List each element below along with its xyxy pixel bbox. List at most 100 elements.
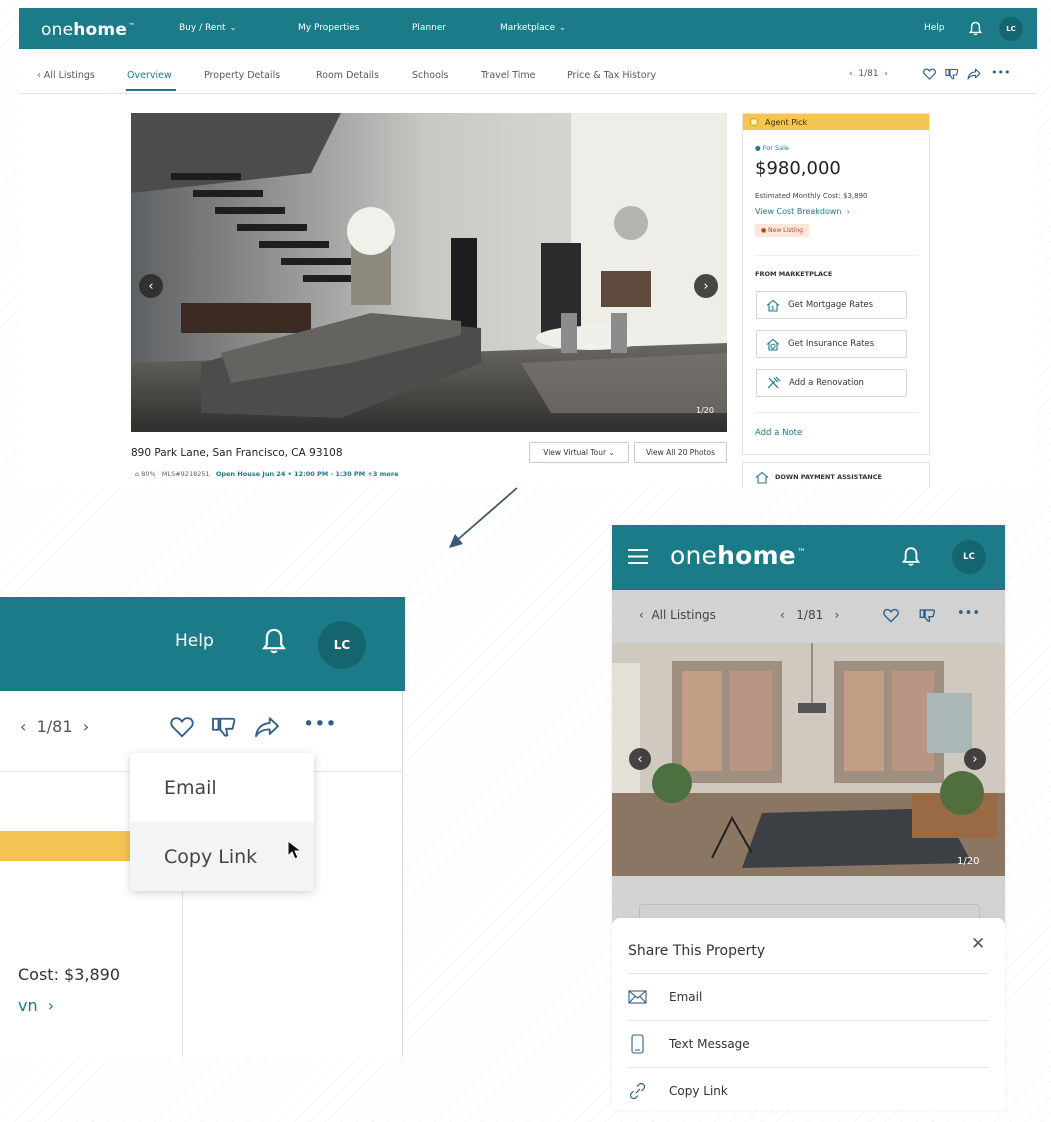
hamburger-menu-icon[interactable] [628,549,648,564]
zoom-pointer-arrow [449,487,518,548]
next-listing-button[interactable]: › [884,69,888,79]
notification-bell-icon[interactable] [902,546,920,567]
photo-prev-button[interactable]: ‹ [629,748,651,770]
share-arrow-icon[interactable] [254,716,280,738]
close-icon[interactable]: ✕ [971,934,985,954]
status-badge: ● For Sale [755,144,789,152]
house-dollar-icon [755,471,769,484]
match-score: 80% [141,470,156,478]
listing-address: 890 Park Lane, San Francisco, CA 93108 [131,447,343,459]
thumbs-down-icon[interactable] [945,68,959,80]
user-avatar[interactable]: LC [952,540,986,574]
more-options-icon[interactable]: ••• [991,66,1010,79]
share-email-option[interactable]: Email [130,753,314,822]
thumbs-down-icon[interactable] [919,608,936,623]
tab-price-tax-history[interactable]: Price & Tax History [567,70,656,81]
chevron-right-icon: › [47,996,55,1015]
view-cost-breakdown-link[interactable]: vn › [18,996,54,1015]
listing-tab-bar: ‹ All Listings Overview Property Details… [19,49,1037,94]
listing-price: $980,000 [755,158,841,179]
more-options-icon[interactable]: ••• [957,606,980,621]
share-arrow-icon[interactable] [967,68,981,80]
photo-prev-button[interactable]: ‹ [139,274,163,298]
thumbs-down-icon[interactable] [211,716,237,738]
prev-listing-button[interactable]: ‹ [780,608,785,622]
listing-meta-row: ⌂ 80% MLS#9218251 Open House Jun 24 • 12… [135,470,398,478]
mobile-top-nav: onehome™ LC [612,525,1005,590]
add-renovation-button[interactable]: Add a Renovation [756,369,907,397]
link-icon [629,1082,646,1100]
listing-photo-carousel[interactable]: ‹ › 1/20 [131,113,727,432]
nav-marketplace[interactable]: Marketplace ⌄ [500,23,566,33]
mobile-share-screen: onehome™ LC ‹ All Listings ‹ 1/81 › ••• [612,525,1005,1110]
help-link[interactable]: Help [924,23,945,33]
share-text-message-option[interactable]: Text Message [628,1020,989,1067]
prev-listing-button[interactable]: ‹ [20,717,26,736]
listing-pager: ‹ 1/81 › [849,69,888,79]
user-avatar[interactable]: LC [318,621,366,669]
favorite-heart-icon[interactable] [923,68,936,80]
get-insurance-rates-button[interactable]: Get Insurance Rates [756,330,907,358]
desktop-listing-screen: onehome™ Buy / Rent ⌄ My Properties Plann… [19,0,1037,487]
mouse-cursor-icon [287,840,303,860]
agent-pick-badge: Agent Pick [743,114,929,130]
add-note-link[interactable]: Add a Note [755,428,802,438]
phone-icon [631,1034,644,1054]
tab-overview[interactable]: Overview [127,70,172,81]
nav-my-properties[interactable]: My Properties [298,23,359,33]
apartment-photo [612,643,1005,876]
user-avatar[interactable]: LC [999,17,1023,41]
estimated-monthly-cost: Cost: $3,890 [18,965,121,984]
onehome-logo[interactable]: onehome™ [41,20,135,40]
house-dollar-icon: $ [766,299,780,312]
photo-counter: 1/20 [696,406,714,415]
photo-next-button[interactable]: › [964,748,986,770]
nav-planner[interactable]: Planner [412,23,446,33]
nav-buy-rent[interactable]: Buy / Rent ⌄ [179,23,236,33]
share-email-option[interactable]: Email [628,973,989,1020]
mobile-photo-carousel[interactable]: ‹ › 1/20 [612,643,1005,876]
chevron-right-icon: › [846,207,850,216]
listing-pager: ‹ 1/81 › [780,608,840,622]
photo-counter: 1/20 [957,856,980,867]
down-payment-assistance-card[interactable]: DOWN PAYMENT ASSISTANCE [742,462,930,487]
get-mortgage-rates-button[interactable]: $ Get Mortgage Rates [756,291,907,319]
tab-room-details[interactable]: Room Details [316,70,379,81]
price-card: Agent Pick ● For Sale $980,000 Estimated… [742,113,930,455]
prev-listing-button[interactable]: ‹ [849,69,853,79]
favorite-heart-icon[interactable] [883,608,899,623]
open-house-link[interactable]: Open House Jun 24 • 12:00 PM - 1:30 PM +… [216,470,399,478]
svg-text:$: $ [771,305,775,312]
share-bottom-sheet: Share This Property ✕ Email Text Message… [612,918,1005,1110]
chevron-left-icon: ‹ [37,70,44,81]
active-tab-indicator [126,89,176,91]
view-cost-breakdown-link[interactable]: View Cost Breakdown › [755,207,850,216]
home-icon: ⌂ [135,470,140,478]
chevron-down-icon: ⌄ [229,23,237,32]
top-nav-bar: onehome™ Buy / Rent ⌄ My Properties Plann… [19,8,1037,49]
onehome-logo[interactable]: onehome™ [670,541,806,570]
estimated-monthly-cost: Estimated Monthly Cost: $3,890 [755,192,868,200]
view-virtual-tour-button[interactable]: View Virtual Tour ⌄ [529,442,629,463]
mls-number: MLS#9218251 [161,470,210,478]
view-all-photos-button[interactable]: View All 20 Photos [634,442,727,463]
tab-schools[interactable]: Schools [412,70,449,81]
tab-travel-time[interactable]: Travel Time [481,70,536,81]
next-listing-button[interactable]: › [835,608,840,622]
help-link[interactable]: Help [175,631,214,651]
next-listing-button[interactable]: › [83,717,89,736]
share-copy-link-option[interactable]: Copy Link [628,1067,989,1110]
zoom-top-nav: Help LC [0,597,405,691]
back-to-all-listings[interactable]: ‹ All Listings [37,70,95,81]
favorite-heart-icon[interactable] [170,716,194,738]
share-sheet-title: Share This Property [628,943,766,959]
tab-property-details[interactable]: Property Details [204,70,280,81]
back-to-all-listings[interactable]: ‹ All Listings [639,608,716,622]
living-room-photo [131,113,727,432]
notification-bell-icon[interactable] [262,627,286,655]
notification-bell-icon[interactable] [969,21,982,36]
chevron-left-icon: ‹ [639,608,652,622]
photo-next-button[interactable]: › [694,274,718,298]
divider [755,255,919,256]
more-options-icon[interactable]: ••• [303,713,337,735]
